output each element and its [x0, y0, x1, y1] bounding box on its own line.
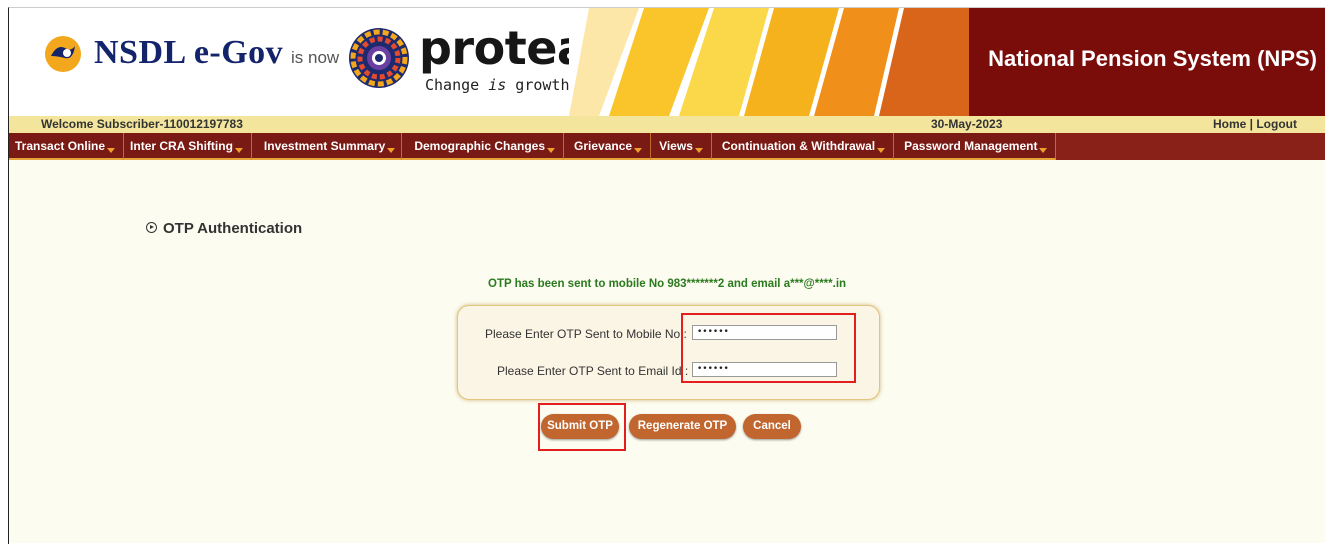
nav-continuation-withdrawal[interactable]: Continuation & Withdrawal	[711, 133, 895, 160]
logo-area: NSDL e-Gov is now protean Change is grow…	[9, 8, 620, 116]
nps-title: National Pension System (NPS)	[988, 46, 1317, 71]
regenerate-otp-button[interactable]: Regenerate OTP	[629, 414, 736, 439]
section-title: OTP Authentication	[146, 220, 302, 237]
banner-decoration	[569, 8, 989, 116]
chevron-down-icon	[107, 148, 116, 153]
submit-highlight-box	[538, 403, 626, 451]
logout-link[interactable]: Logout	[1256, 117, 1297, 131]
link-separator: |	[1246, 117, 1257, 131]
nav-inter-cra-shifting[interactable]: Inter CRA Shifting	[124, 133, 252, 160]
nsdl-brand-text: NSDL e-Gov	[94, 34, 284, 71]
welcome-bar: Welcome Subscriber-110012197783 30-May-2…	[9, 116, 1325, 133]
tagline: Change is growth	[425, 76, 570, 94]
otp-sent-message: OTP has been sent to mobile No 983******…	[488, 278, 847, 290]
cancel-button[interactable]: Cancel	[743, 414, 801, 439]
nav-demographic-changes[interactable]: Demographic Changes	[402, 133, 565, 160]
chevron-down-icon	[1039, 148, 1048, 153]
nav-grievance[interactable]: Grievance	[564, 133, 652, 160]
chevron-down-icon	[694, 148, 703, 153]
mobile-otp-label: Please Enter OTP Sent to Mobile No :	[485, 327, 687, 341]
home-logout-links: Home | Logout	[1213, 117, 1297, 131]
inputs-highlight-box	[681, 313, 856, 383]
nsdl-logo-icon	[45, 36, 81, 72]
chevron-down-icon	[387, 148, 396, 153]
nav-views[interactable]: Views	[651, 133, 712, 160]
nav-password-management[interactable]: Password Management	[894, 133, 1057, 160]
header-banner: NSDL e-Gov is now protean Change is grow…	[9, 8, 1325, 116]
is-now-text: is now	[291, 48, 340, 67]
email-otp-label: Please Enter OTP Sent to Email Id :	[497, 364, 689, 378]
chevron-down-icon	[877, 148, 886, 153]
protean-logo-icon	[349, 28, 409, 88]
nps-title-area: National Pension System (NPS)	[969, 8, 1325, 116]
nav-transact-online[interactable]: Transact Online	[9, 133, 125, 160]
chevron-down-icon	[547, 148, 556, 153]
play-circle-icon	[146, 222, 157, 233]
home-link[interactable]: Home	[1213, 117, 1246, 131]
nav-investment-summary[interactable]: Investment Summary	[251, 133, 403, 160]
main-nav: Transact Online Inter CRA Shifting Inves…	[9, 133, 1325, 160]
chevron-down-icon	[634, 148, 643, 153]
current-date: 30-May-2023	[931, 117, 1003, 131]
welcome-subscriber: Welcome Subscriber-110012197783	[41, 117, 243, 131]
chevron-down-icon	[234, 148, 243, 153]
